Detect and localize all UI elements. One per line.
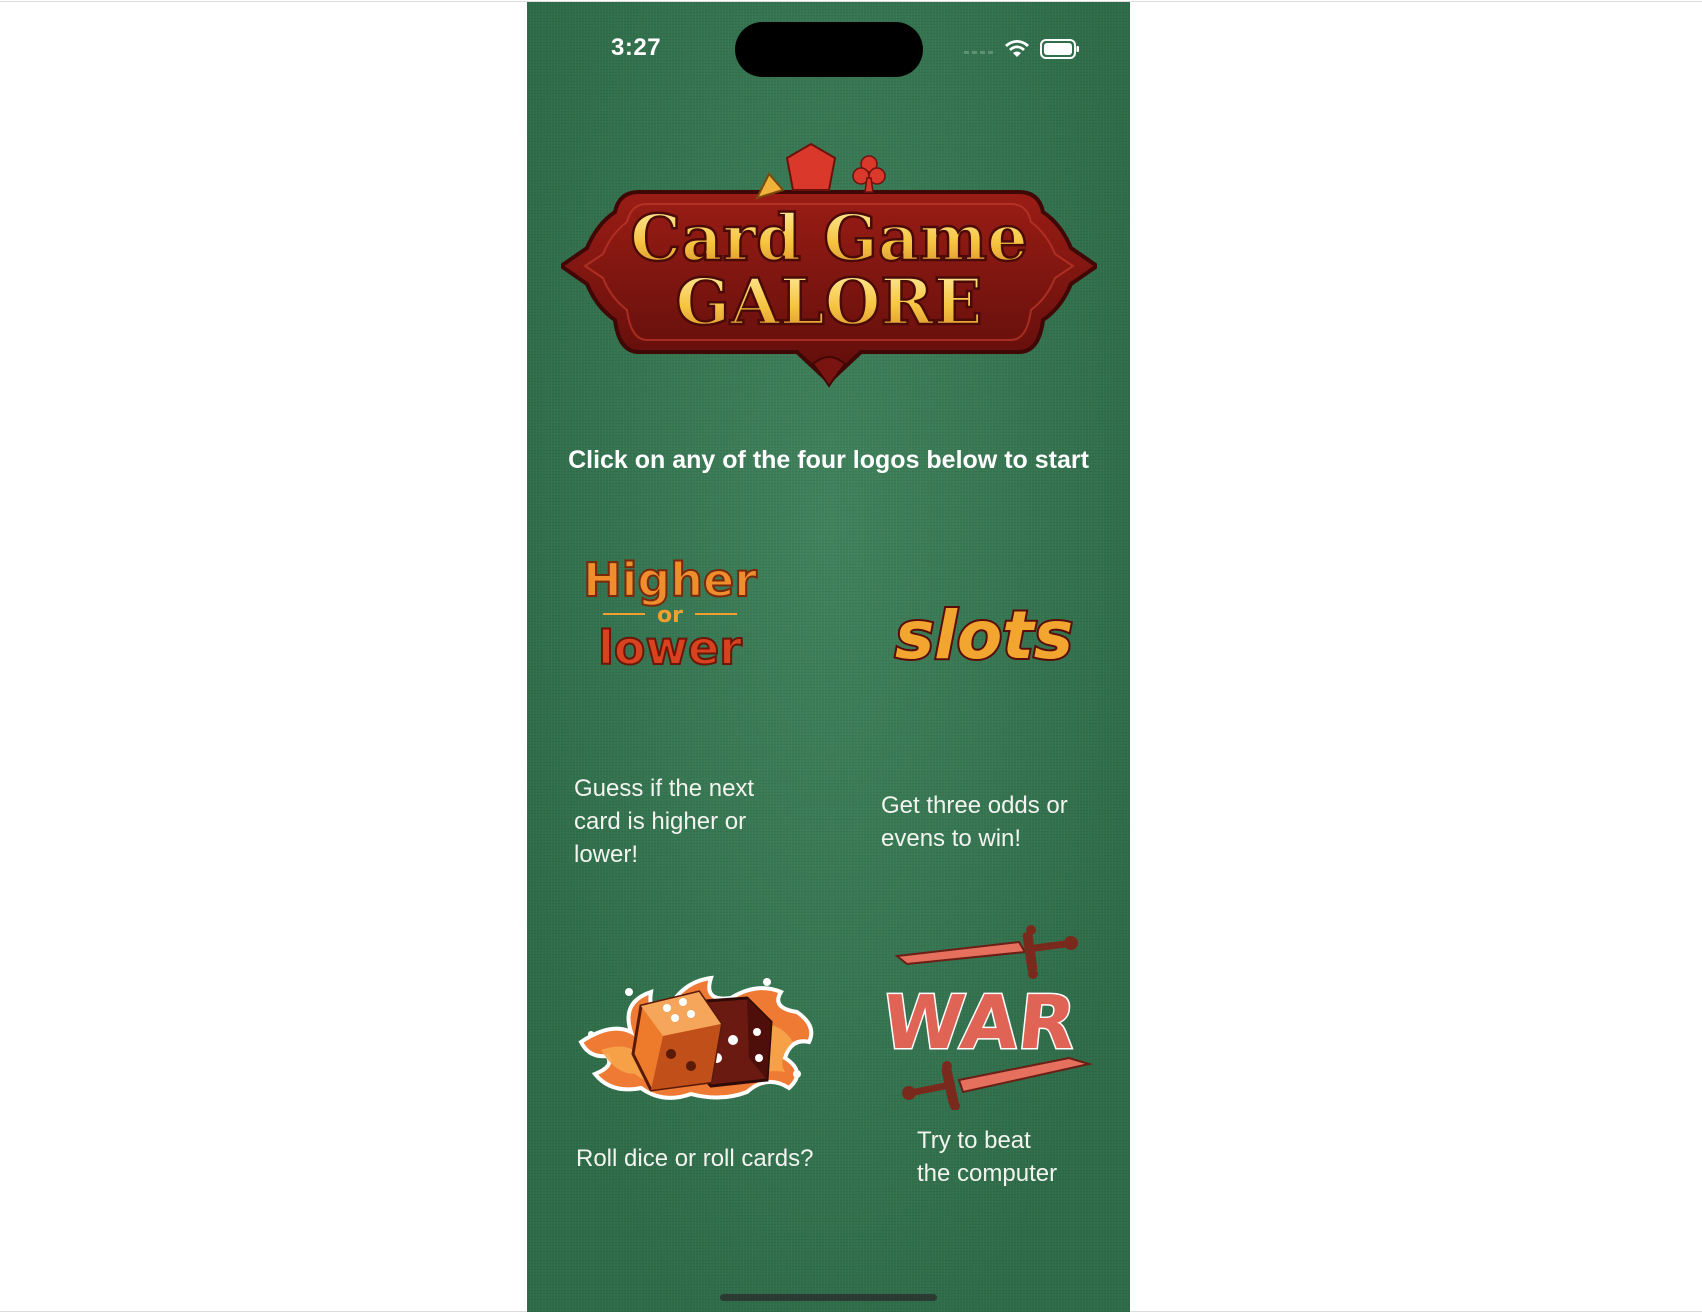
higher-text: Higher xyxy=(583,553,757,607)
home-indicator[interactable] xyxy=(720,1294,937,1301)
lower-text: lower xyxy=(598,621,742,675)
war-game-button[interactable]: WAR xyxy=(877,920,1101,1111)
cellular-signal-icon xyxy=(964,51,993,54)
dice-game-button[interactable] xyxy=(571,962,821,1107)
sword-icon xyxy=(894,925,1078,979)
start-instruction: Click on any of the four logos below to … xyxy=(568,446,1089,474)
war-description: Try to beat the computer xyxy=(917,1127,1058,1187)
higher-or-lower-logo: Higher or lower xyxy=(582,552,758,676)
war-logo: WAR xyxy=(877,925,1093,1111)
war-text: WAR xyxy=(879,980,1080,1066)
battery-icon xyxy=(1040,39,1079,59)
higher-or-lower-game-button[interactable]: Higher or lower xyxy=(577,550,763,680)
phone-screen: 3:27 Card Game GALORE Click on any of th… xyxy=(527,2,1130,1312)
card-game-galore-logo: Card Game GALORE xyxy=(561,142,1097,388)
dice-icon xyxy=(578,975,814,1100)
dynamic-island xyxy=(735,22,923,77)
slots-description: Get three odds or evens to win! xyxy=(881,792,1068,852)
logo-title-line2: GALORE xyxy=(675,265,982,340)
wifi-icon xyxy=(1005,40,1029,57)
slots-logo: slots xyxy=(893,595,1075,676)
dice-description: Roll dice or roll cards? xyxy=(576,1145,814,1172)
higher-or-lower-description: Guess if the next card is higher or lowe… xyxy=(574,775,755,868)
slots-game-button[interactable]: slots xyxy=(868,590,1100,680)
status-time: 3:27 xyxy=(611,34,662,61)
status-icons xyxy=(964,38,1080,60)
slots-text: slots xyxy=(895,597,1073,674)
